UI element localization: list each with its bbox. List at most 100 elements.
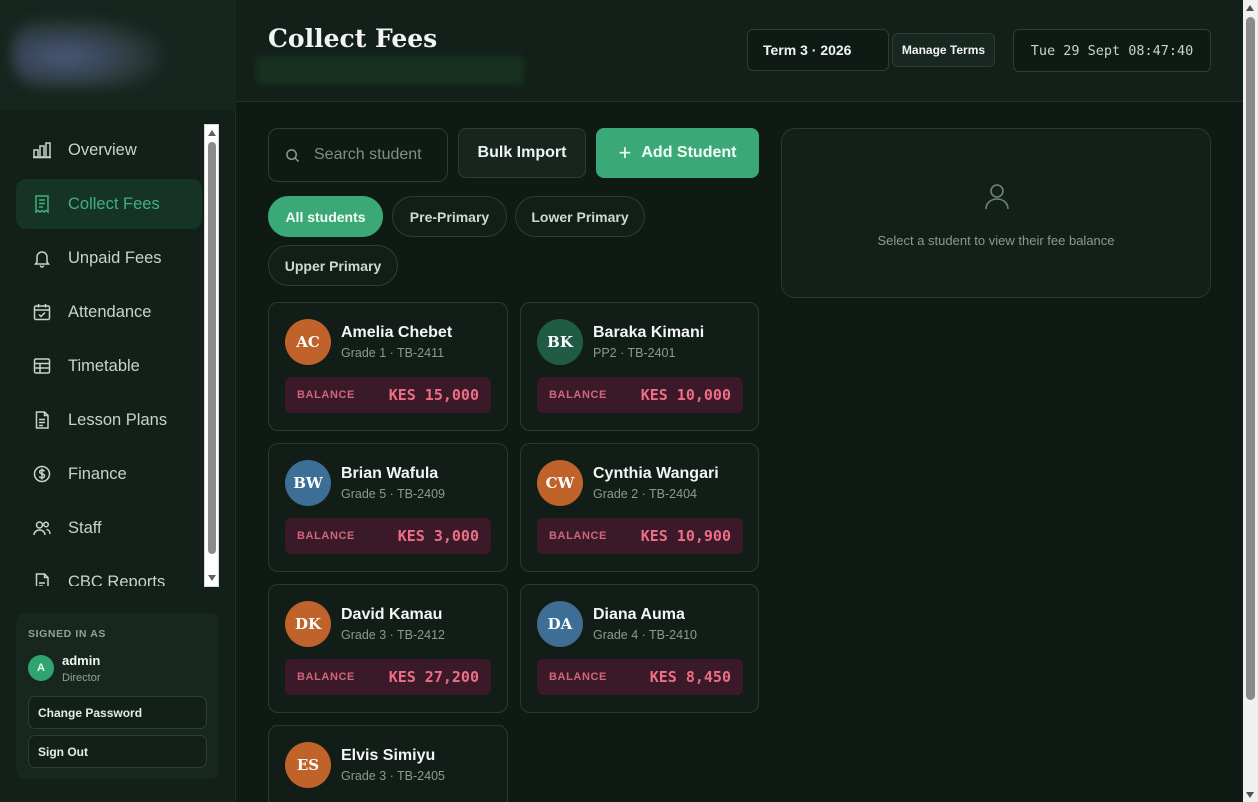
search-icon bbox=[286, 148, 300, 162]
student-meta: Grade 3 · TB-2405 bbox=[341, 769, 445, 783]
avatar: DA bbox=[537, 601, 583, 647]
user-name: admin bbox=[62, 653, 101, 668]
balance-value: KES 3,000 bbox=[397, 527, 479, 545]
sidebar-item-label: CBC Reports bbox=[68, 572, 166, 587]
manage-terms-button[interactable]: Manage Terms bbox=[892, 33, 995, 67]
sidebar: Overview Collect Fees Unpaid Fees Attend… bbox=[0, 0, 236, 802]
student-meta: Grade 3 · TB-2412 bbox=[341, 628, 445, 642]
student-meta: Grade 4 · TB-2410 bbox=[593, 628, 697, 642]
sidebar-item-label: Finance bbox=[68, 464, 127, 483]
sidebar-item-label: Collect Fees bbox=[68, 194, 160, 213]
receipt-icon bbox=[35, 195, 49, 214]
filter-pre-primary[interactable]: Pre-Primary bbox=[392, 196, 507, 237]
term-selector[interactable]: Term 3 · 2026 bbox=[747, 29, 889, 71]
add-student-label: Add Student bbox=[641, 144, 737, 161]
users-icon bbox=[33, 521, 51, 536]
page-title: Collect Fees bbox=[268, 24, 438, 53]
filter-all-students[interactable]: All students bbox=[268, 196, 383, 237]
student-card[interactable]: ES Elvis Simiyu Grade 3 · TB-2405 bbox=[268, 725, 508, 802]
sidebar-item-label: Lesson Plans bbox=[68, 410, 168, 429]
student-name: Diana Auma bbox=[593, 606, 685, 623]
student-name: David Kamau bbox=[341, 606, 443, 623]
sidebar-scrollbar[interactable] bbox=[204, 124, 219, 587]
balance-value: KES 10,000 bbox=[640, 386, 731, 404]
change-password-button[interactable]: Change Password bbox=[28, 696, 207, 729]
balance-box: BALANCE KES 15,000 bbox=[285, 377, 491, 413]
student-meta: Grade 5 · TB-2409 bbox=[341, 487, 445, 501]
balance-value: KES 15,000 bbox=[388, 386, 479, 404]
avatar: AC bbox=[285, 319, 331, 365]
sidebar-item-lesson-plans[interactable]: Lesson Plans bbox=[16, 395, 202, 445]
empty-state-message: Select a student to view their fee balan… bbox=[877, 233, 1115, 248]
sidebar-item-finance[interactable]: Finance bbox=[16, 449, 202, 499]
page-header: Collect Fees Term 3 · 2026 Manage Terms … bbox=[236, 0, 1243, 102]
report-icon bbox=[35, 573, 49, 586]
avatar: CW bbox=[537, 460, 583, 506]
page-subtitle bbox=[256, 56, 524, 84]
scroll-down-arrow-icon[interactable] bbox=[1246, 792, 1254, 798]
avatar: DK bbox=[285, 601, 331, 647]
page-scrollbar[interactable] bbox=[1243, 0, 1258, 802]
student-meta: Grade 2 · TB-2404 bbox=[593, 487, 697, 501]
avatar: BK bbox=[537, 319, 583, 365]
student-name: Elvis Simiyu bbox=[341, 747, 436, 764]
user-icon bbox=[985, 184, 1009, 210]
search-input[interactable] bbox=[314, 146, 444, 164]
balance-box: BALANCE KES 8,450 bbox=[537, 659, 743, 695]
sign-out-button[interactable]: Sign Out bbox=[28, 735, 207, 768]
student-card[interactable]: AC Amelia Chebet Grade 1 · TB-2411 BALAN… bbox=[268, 302, 508, 431]
avatar: BW bbox=[285, 460, 331, 506]
school-logo[interactable] bbox=[12, 18, 162, 88]
student-card[interactable]: BW Brian Wafula Grade 5 · TB-2409 BALANC… bbox=[268, 443, 508, 572]
balance-label: BALANCE bbox=[549, 530, 607, 542]
sidebar-item-collect-fees[interactable]: Collect Fees bbox=[16, 179, 202, 229]
bulk-import-button[interactable]: Bulk Import bbox=[458, 128, 586, 178]
table-grid-icon bbox=[33, 358, 51, 374]
student-card[interactable]: BK Baraka Kimani PP2 · TB-2401 BALANCE K… bbox=[520, 302, 759, 431]
balance-value: KES 10,900 bbox=[640, 527, 731, 545]
balance-box: BALANCE KES 27,200 bbox=[285, 659, 491, 695]
sidebar-item-label: Overview bbox=[68, 140, 137, 159]
fee-balance-panel: Select a student to view their fee balan… bbox=[781, 128, 1211, 298]
sidebar-item-label: Timetable bbox=[68, 356, 140, 375]
student-name: Amelia Chebet bbox=[341, 324, 453, 341]
filter-upper-primary[interactable]: Upper Primary bbox=[268, 245, 398, 286]
sidebar-item-cbc-reports[interactable]: CBC Reports bbox=[16, 557, 202, 586]
bar-chart-icon bbox=[33, 142, 51, 159]
avatar: ES bbox=[285, 742, 331, 788]
sidebar-item-unpaid-fees[interactable]: Unpaid Fees bbox=[16, 233, 202, 283]
balance-box: BALANCE KES 3,000 bbox=[285, 518, 491, 554]
filter-lower-primary[interactable]: Lower Primary bbox=[515, 196, 645, 237]
sidebar-item-label: Staff bbox=[68, 518, 102, 537]
student-card[interactable]: CW Cynthia Wangari Grade 2 · TB-2404 BAL… bbox=[520, 443, 759, 572]
balance-label: BALANCE bbox=[549, 389, 607, 401]
add-student-button[interactable]: + Add Student bbox=[596, 128, 759, 178]
document-icon bbox=[35, 411, 49, 429]
sidebar-item-staff[interactable]: Staff bbox=[16, 503, 202, 553]
scroll-up-arrow-icon[interactable] bbox=[208, 130, 216, 136]
balance-box: BALANCE KES 10,000 bbox=[537, 377, 743, 413]
user-role: Director bbox=[62, 672, 101, 684]
balance-label: BALANCE bbox=[297, 671, 355, 683]
student-name: Brian Wafula bbox=[341, 465, 439, 482]
avatar: A bbox=[28, 655, 54, 681]
scroll-down-arrow-icon[interactable] bbox=[208, 575, 216, 581]
scroll-up-arrow-icon[interactable] bbox=[1246, 5, 1254, 11]
balance-value: KES 8,450 bbox=[649, 668, 731, 686]
scrollbar-thumb[interactable] bbox=[1246, 17, 1255, 700]
sidebar-item-label: Unpaid Fees bbox=[68, 248, 162, 267]
balance-label: BALANCE bbox=[549, 671, 607, 683]
student-card[interactable]: DA Diana Auma Grade 4 · TB-2410 BALANCE … bbox=[520, 584, 759, 713]
balance-label: BALANCE bbox=[297, 530, 355, 542]
balance-value: KES 27,200 bbox=[388, 668, 479, 686]
student-meta: Grade 1 · TB-2411 bbox=[341, 346, 445, 360]
student-name: Baraka Kimani bbox=[593, 324, 705, 341]
student-card[interactable]: DK David Kamau Grade 3 · TB-2412 BALANCE… bbox=[268, 584, 508, 713]
sidebar-item-overview[interactable]: Overview bbox=[16, 125, 202, 175]
user-card: SIGNED IN AS A admin Director Change Pas… bbox=[16, 613, 219, 779]
sidebar-item-timetable[interactable]: Timetable bbox=[16, 341, 202, 391]
sidebar-item-attendance[interactable]: Attendance bbox=[16, 287, 202, 337]
search-field[interactable] bbox=[268, 128, 448, 182]
scrollbar-thumb[interactable] bbox=[208, 142, 216, 554]
bell-icon bbox=[34, 251, 50, 268]
